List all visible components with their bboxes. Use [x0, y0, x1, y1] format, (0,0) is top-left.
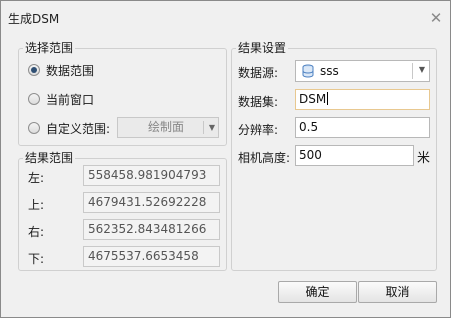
- text-caret: [327, 92, 329, 105]
- left-label: 左:: [28, 171, 45, 185]
- dataset-label: 数据集:: [238, 95, 279, 109]
- close-icon[interactable]: ✕: [428, 10, 444, 26]
- datasource-value: sss: [320, 64, 339, 78]
- bottom-label: 下:: [28, 252, 45, 266]
- result-settings-legend: 结果设置: [236, 41, 289, 55]
- datasource-label: 数据源:: [238, 66, 279, 80]
- dataset-value: DSM: [299, 92, 327, 106]
- camera-height-unit: 米: [417, 151, 431, 166]
- right-value-field: 562352.843481266: [83, 219, 220, 240]
- radio-label: 当前窗口: [46, 92, 95, 107]
- radio-custom-range[interactable]: 自定义范围:: [28, 120, 110, 136]
- database-icon: [302, 64, 314, 78]
- radio-button[interactable]: [28, 93, 40, 105]
- radio-button[interactable]: [28, 122, 40, 134]
- camera-height-label: 相机高度:: [238, 151, 291, 165]
- radio-button-checked[interactable]: [28, 64, 40, 76]
- bottom-value-field: 4675537.6653458: [83, 246, 220, 267]
- cancel-button[interactable]: 取消: [358, 281, 437, 303]
- ok-button[interactable]: 确定: [278, 281, 357, 303]
- draw-polygon-dropdown: 绘制面 ▼: [117, 117, 219, 138]
- datasource-select[interactable]: sss ▼: [295, 60, 430, 82]
- right-label: 右:: [28, 225, 45, 239]
- resolution-input[interactable]: 0.5: [295, 117, 430, 138]
- title-bar: 生成DSM ✕: [1, 1, 450, 33]
- dataset-input[interactable]: DSM: [295, 89, 430, 110]
- selection-range-legend: 选择范围: [23, 41, 76, 55]
- radio-label: 数据范围: [46, 63, 95, 78]
- radio-label: 自定义范围:: [46, 121, 111, 136]
- window-title: 生成DSM: [8, 12, 60, 26]
- top-label: 上:: [28, 198, 45, 212]
- camera-height-input[interactable]: 500: [295, 145, 414, 166]
- left-value-field: 558458.981904793: [83, 165, 220, 186]
- chevron-down-icon[interactable]: ▼: [419, 65, 425, 74]
- divider: [203, 121, 204, 134]
- top-value-field: 4679431.52692228: [83, 192, 220, 213]
- divider: [412, 63, 413, 79]
- radio-current-window[interactable]: 当前窗口: [28, 91, 94, 107]
- radio-data-range[interactable]: 数据范围: [28, 62, 94, 78]
- chevron-down-icon: ▼: [208, 123, 215, 132]
- generate-dsm-dialog: 生成DSM ✕ 选择范围 数据范围 当前窗口 自定义范围: 绘制面 ▼ 结果范围…: [0, 0, 451, 318]
- result-range-legend: 结果范围: [23, 151, 76, 165]
- resolution-label: 分辨率:: [238, 123, 279, 137]
- draw-polygon-label: 绘制面: [148, 120, 185, 134]
